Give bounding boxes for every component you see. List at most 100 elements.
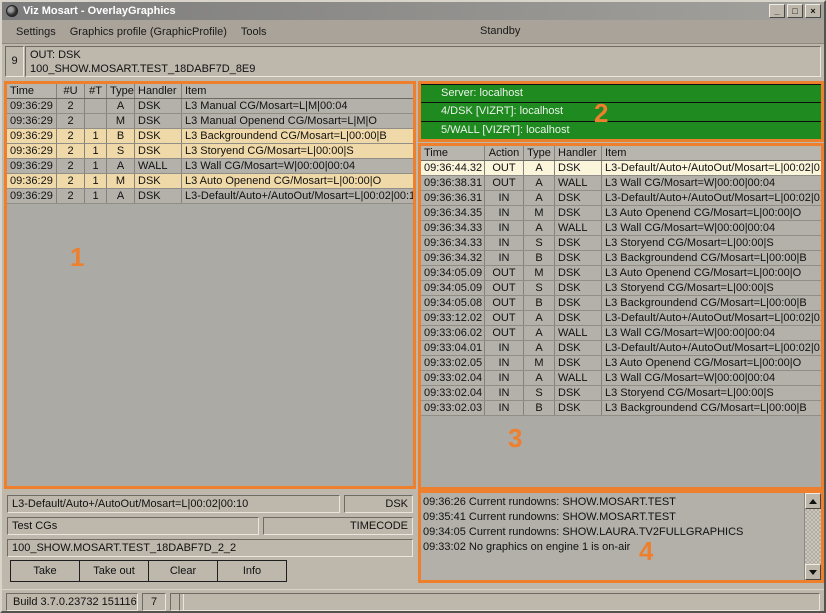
story-id-field[interactable]: 100_SHOW.MOSART.TEST_18DABF7D_2_2: [7, 539, 413, 557]
scroll-down-button[interactable]: [805, 564, 821, 580]
column-header[interactable]: Item: [182, 84, 413, 98]
table-row[interactable]: 09:36:34.33INAWALLL3 Wall CG/Mosart=W|00…: [421, 221, 821, 236]
table-row[interactable]: 09:36:2921BDSKL3 Backgroundend CG/Mosart…: [7, 129, 413, 144]
table-row[interactable]: 09:34:05.09OUTSDSKL3 Storyend CG/Mosart=…: [421, 281, 821, 296]
table-header-row[interactable]: TimeActionTypeHandlerItem: [421, 146, 821, 161]
table-cell: L3 Backgroundend CG/Mosart=L|00:00|B: [602, 251, 821, 265]
table-cell: 2: [57, 189, 85, 203]
log-line: 09:33:02 No graphics on engine 1 is on-a…: [423, 540, 804, 555]
table-cell: M: [524, 356, 555, 370]
right-table[interactable]: TimeActionTypeHandlerItem09:36:44.32OUTA…: [421, 146, 821, 487]
table-row[interactable]: 09:36:34.35INMDSKL3 Auto Openend CG/Mosa…: [421, 206, 821, 221]
table-cell: 1: [85, 174, 107, 188]
table-cell: 09:36:34.35: [421, 206, 485, 220]
table-cell: WALL: [555, 221, 602, 235]
table-row[interactable]: 09:36:34.33INSDSKL3 Storyend CG/Mosart=L…: [421, 236, 821, 251]
table-cell: 2: [57, 99, 85, 113]
table-row[interactable]: 09:33:02.04INAWALLL3 Wall CG/Mosart=W|00…: [421, 371, 821, 386]
table-row[interactable]: 09:34:05.08OUTBDSKL3 Backgroundend CG/Mo…: [421, 296, 821, 311]
on-air-story-id: 100_SHOW.MOSART.TEST_18DABF7D_8E9: [30, 62, 820, 76]
table-cell: B: [107, 129, 135, 143]
table-row[interactable]: 09:36:2921SDSKL3 Storyend CG/Mosart=L|00…: [7, 144, 413, 159]
table-cell: L3-Default/Auto+/AutoOut/Mosart=L|00:02|…: [602, 161, 821, 175]
server-status-row: Server: localhost: [421, 85, 821, 102]
menu-settings[interactable]: Settings: [16, 26, 56, 38]
table-cell: 09:36:36.31: [421, 191, 485, 205]
table-row[interactable]: 09:33:04.01INADSKL3-Default/Auto+/AutoOu…: [421, 341, 821, 356]
scroll-up-button[interactable]: [805, 493, 821, 509]
maximize-button[interactable]: □: [787, 4, 803, 18]
table-cell: 09:34:05.09: [421, 266, 485, 280]
menu-graphics-profile[interactable]: Graphics profile (GraphicProfile): [70, 26, 227, 38]
log-scrollbar[interactable]: [804, 493, 821, 580]
table-row[interactable]: 09:36:2921ADSKL3-Default/Auto+/AutoOut/M…: [7, 189, 413, 204]
menu-standby[interactable]: Standby: [480, 25, 520, 37]
table-cell: L3-Default/Auto+/AutoOut/Mosart=L|00:02|…: [602, 311, 821, 325]
table-cell: 2: [57, 174, 85, 188]
table-cell: L3 Wall CG/Mosart=W|00:00|00:04: [602, 176, 821, 190]
timecode-field[interactable]: TIMECODE: [263, 517, 413, 535]
table-cell: IN: [485, 341, 524, 355]
table-cell: B: [524, 296, 555, 310]
info-button[interactable]: Info: [217, 560, 287, 582]
table-row[interactable]: 09:33:02.03INBDSKL3 Backgroundend CG/Mos…: [421, 401, 821, 416]
table-row[interactable]: 09:36:2921AWALLL3 Wall CG/Mosart=W|00:00…: [7, 159, 413, 174]
table-cell: WALL: [135, 159, 182, 173]
log-panel: 09:36:26 Current rundowns: SHOW.MOSART.T…: [421, 493, 804, 580]
table-cell: 09:36:34.33: [421, 236, 485, 250]
log-line: 09:36:26 Current rundowns: SHOW.MOSART.T…: [423, 495, 804, 510]
table-row[interactable]: 09:33:06.02OUTAWALLL3 Wall CG/Mosart=W|0…: [421, 326, 821, 341]
table-cell: 09:33:02.04: [421, 371, 485, 385]
table-cell: IN: [485, 251, 524, 265]
table-cell: L3 Auto Openend CG/Mosart=L|00:00|O: [602, 356, 821, 370]
table-row[interactable]: 09:33:12.02OUTADSKL3-Default/Auto+/AutoO…: [421, 311, 821, 326]
table-row[interactable]: 09:36:292ADSKL3 Manual CG/Mosart=L|M|00:…: [7, 99, 413, 114]
server-status-row: 5/WALL [VIZRT]: localhost: [421, 122, 821, 139]
table-cell: DSK: [555, 236, 602, 250]
minimize-button[interactable]: _: [769, 4, 785, 18]
clear-button[interactable]: Clear: [148, 560, 218, 582]
column-header[interactable]: Action: [485, 146, 524, 160]
column-header[interactable]: Type: [107, 84, 135, 98]
take-button[interactable]: Take: [10, 560, 80, 582]
cg-group-field[interactable]: Test CGs: [7, 517, 259, 535]
table-cell: 09:36:29: [7, 144, 57, 158]
left-table[interactable]: Time#U#TTypeHandlerItem09:36:292ADSKL3 M…: [7, 84, 413, 486]
table-row[interactable]: 09:36:292MDSKL3 Manual Openend CG/Mosart…: [7, 114, 413, 129]
column-header[interactable]: Time: [421, 146, 485, 160]
table-cell: B: [524, 401, 555, 415]
column-header[interactable]: Item: [602, 146, 821, 160]
handler-field[interactable]: DSK: [344, 495, 413, 513]
table-row[interactable]: 09:34:05.09OUTMDSKL3 Auto Openend CG/Mos…: [421, 266, 821, 281]
table-cell: A: [524, 176, 555, 190]
item-template-field[interactable]: L3-Default/Auto+/AutoOut/Mosart=L|00:02|…: [7, 495, 340, 513]
menubar: Settings Graphics profile (GraphicProfil…: [2, 20, 824, 44]
table-row[interactable]: 09:36:38.31OUTAWALLL3 Wall CG/Mosart=W|0…: [421, 176, 821, 191]
column-header[interactable]: #U: [57, 84, 85, 98]
table-cell: 2: [57, 144, 85, 158]
table-row[interactable]: 09:36:36.31INADSKL3-Default/Auto+/AutoOu…: [421, 191, 821, 206]
table-cell: A: [524, 161, 555, 175]
table-row[interactable]: 09:33:02.05INMDSKL3 Auto Openend CG/Mosa…: [421, 356, 821, 371]
column-header[interactable]: #T: [85, 84, 107, 98]
column-header[interactable]: Handler: [135, 84, 182, 98]
take-out-button[interactable]: Take out: [79, 560, 149, 582]
column-header[interactable]: Time: [7, 84, 57, 98]
table-row[interactable]: 09:33:02.04INSDSKL3 Storyend CG/Mosart=L…: [421, 386, 821, 401]
annotation-number-2: 2: [594, 98, 608, 129]
status-counter: 7: [142, 593, 166, 611]
table-row[interactable]: 09:36:2921MDSKL3 Auto Openend CG/Mosart=…: [7, 174, 413, 189]
menu-tools[interactable]: Tools: [241, 26, 267, 38]
table-row[interactable]: 09:36:44.32OUTADSKL3-Default/Auto+/AutoO…: [421, 161, 821, 176]
table-cell: L3 Manual Openend CG/Mosart=L|M|O: [182, 114, 413, 128]
close-button[interactable]: ×: [805, 4, 821, 18]
server-status-row: 4/DSK [VIZRT]: localhost: [421, 103, 821, 120]
column-header[interactable]: Type: [524, 146, 555, 160]
column-header[interactable]: Handler: [555, 146, 602, 160]
table-row[interactable]: 09:36:34.32INBDSKL3 Backgroundend CG/Mos…: [421, 251, 821, 266]
table-cell: L3-Default/Auto+/AutoOut/Mosart=L|00:02|…: [602, 191, 821, 205]
table-cell: 1: [85, 159, 107, 173]
table-header-row[interactable]: Time#U#TTypeHandlerItem: [7, 84, 413, 99]
table-cell: L3 Wall CG/Mosart=W|00:00|00:04: [602, 371, 821, 385]
server-status-panel: Server: localhost4/DSK [VIZRT]: localhos…: [421, 84, 821, 139]
